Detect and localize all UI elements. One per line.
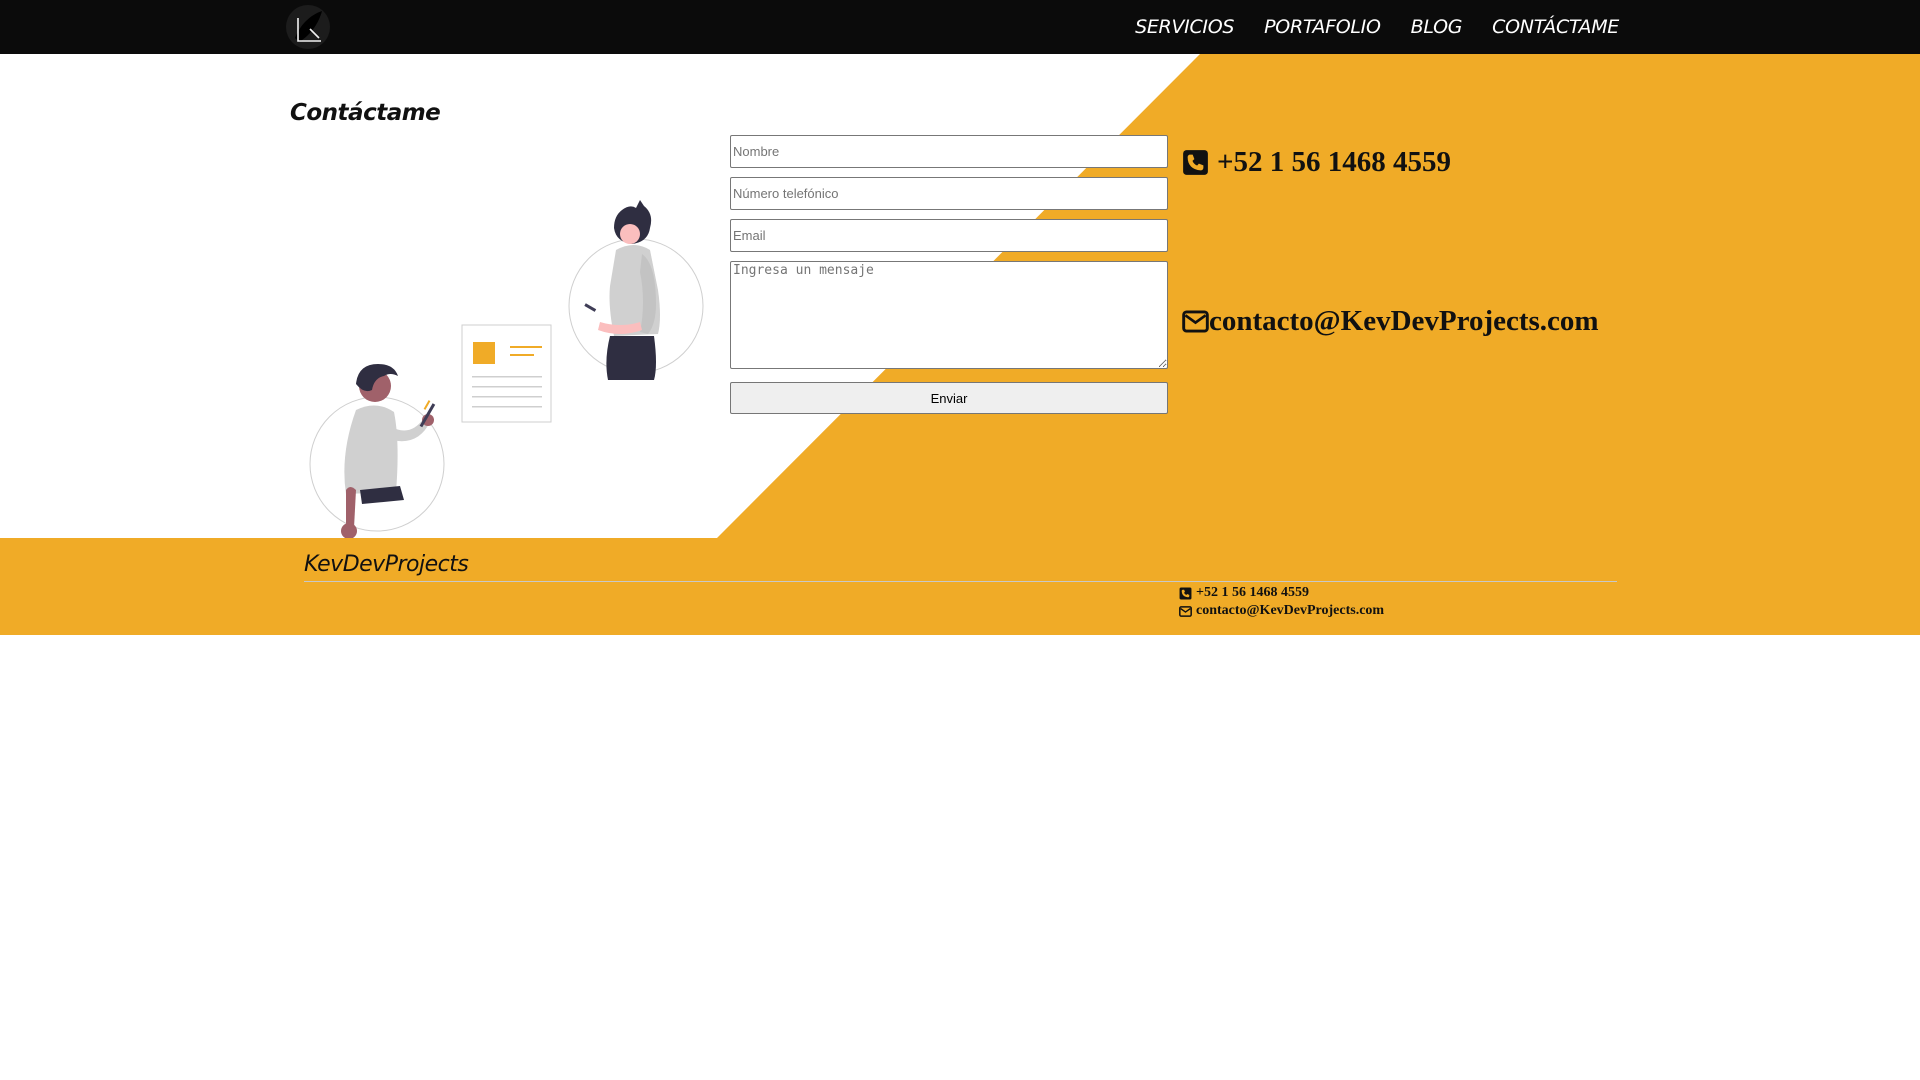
name-field[interactable] xyxy=(730,135,1168,168)
footer-brand[interactable]: KevDevProjects xyxy=(304,552,469,577)
email-field[interactable] xyxy=(730,219,1168,252)
submit-button[interactable]: Enviar xyxy=(730,382,1168,414)
footer-email-text[interactable]: contacto@KevDevProjects.com xyxy=(1196,603,1384,619)
footer-contacts: +52 1 56 1468 4559 contacto@KevDevProjec… xyxy=(1179,584,1384,620)
footer-phone-text[interactable]: +52 1 56 1468 4559 xyxy=(1196,585,1309,601)
people-with-phones-and-document-illustration xyxy=(300,130,710,538)
footer: KevDevProjects +52 1 56 1468 4559 contac… xyxy=(0,538,1920,635)
footer-phone: +52 1 56 1468 4559 xyxy=(1179,584,1384,602)
nav-links: SERVICIOS PORTAFOLIO BLOG CONTÁCTAME xyxy=(1105,0,1619,54)
envelope-icon xyxy=(1182,310,1209,333)
kdp-leaf-logo-icon[interactable] xyxy=(286,5,330,49)
nav-link-portafolio[interactable]: PORTAFOLIO xyxy=(1264,16,1381,38)
contact-phone: +52 1 56 1468 4559 xyxy=(1182,146,1451,179)
phone-square-icon xyxy=(1179,587,1192,599)
contact-email-text[interactable]: contacto@KevDevProjects.com xyxy=(1209,305,1599,338)
contact-section: Contáctame Nombre Número telefónico Emai… xyxy=(0,54,1920,538)
nav-link-servicios[interactable]: SERVICIOS xyxy=(1135,16,1234,38)
envelope-icon xyxy=(1179,605,1192,617)
nav-link-blog[interactable]: BLOG xyxy=(1411,16,1463,38)
nav-link-contactame[interactable]: CONTÁCTAME xyxy=(1492,16,1619,38)
phone-square-icon xyxy=(1183,150,1208,175)
contact-form: Enviar xyxy=(730,135,1168,414)
message-field[interactable] xyxy=(730,261,1168,369)
footer-email: contacto@KevDevProjects.com xyxy=(1179,602,1384,620)
phone-field[interactable] xyxy=(730,177,1168,210)
footer-divider xyxy=(304,581,1617,582)
contact-email: contacto@KevDevProjects.com xyxy=(1182,305,1599,338)
contact-phone-text[interactable]: +52 1 56 1468 4559 xyxy=(1217,146,1451,179)
page-title: Contáctame xyxy=(290,100,441,126)
navbar: SERVICIOS PORTAFOLIO BLOG CONTÁCTAME xyxy=(0,0,1920,54)
